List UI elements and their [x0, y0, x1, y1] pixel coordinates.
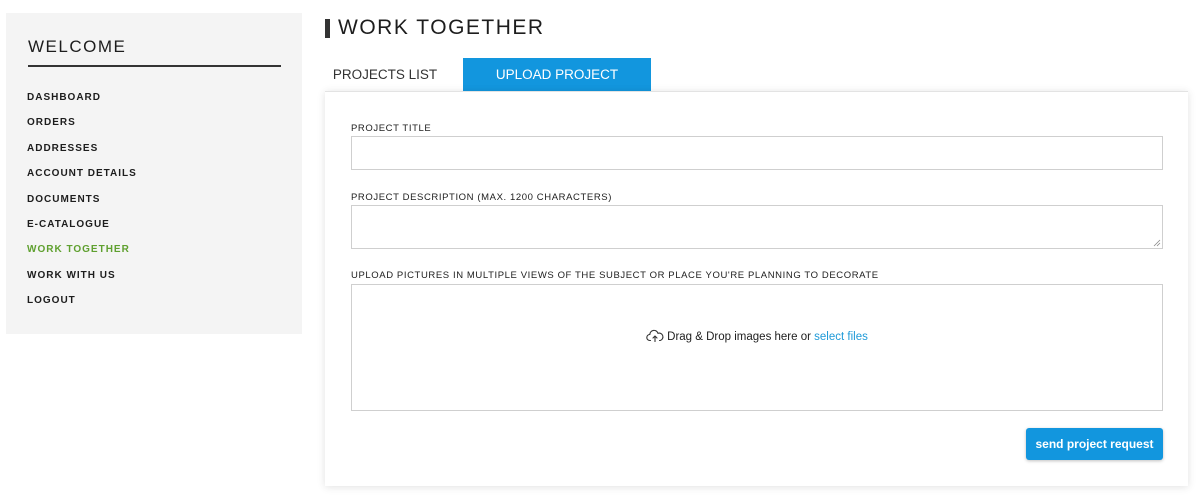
- project-description-label: PROJECT DESCRIPTION (MAX. 1200 CHARACTER…: [351, 192, 612, 203]
- sidebar-item-logout[interactable]: LOGOUT: [27, 295, 137, 320]
- sidebar-title: WELCOME: [28, 37, 127, 56]
- account-sidebar: WELCOME DASHBOARD ORDERS ADDRESSES ACCOU…: [6, 13, 302, 334]
- select-files-link[interactable]: select files: [814, 331, 868, 343]
- drop-zone-prompt: Drag & Drop images here or select files: [352, 329, 1162, 343]
- sidebar-item-work-together[interactable]: WORK TOGETHER: [27, 244, 137, 269]
- drop-zone-text: Drag & Drop images here or: [667, 331, 811, 343]
- project-title-input[interactable]: [351, 136, 1163, 170]
- sidebar-item-work-with-us[interactable]: WORK WITH US: [27, 270, 137, 295]
- sidebar-item-account-details[interactable]: ACCOUNT DETAILS: [27, 168, 137, 193]
- upload-request-panel: PROJECT TITLE PROJECT DESCRIPTION (MAX. …: [325, 91, 1188, 486]
- title-accent-bar: [325, 19, 330, 38]
- sidebar-item-e-catalogue[interactable]: E-CATALOGUE: [27, 219, 137, 244]
- sidebar-item-dashboard[interactable]: DASHBOARD: [27, 92, 137, 117]
- sidebar-divider: [28, 65, 281, 67]
- upload-pictures-label: UPLOAD PICTURES IN MULTIPLE VIEWS OF THE…: [351, 270, 879, 281]
- sidebar-item-addresses[interactable]: ADDRESSES: [27, 143, 137, 168]
- tab-projects-list[interactable]: PROJECTS LIST: [325, 58, 445, 92]
- tab-upload-project-request[interactable]: UPLOAD PROJECT REQUEST: [463, 58, 651, 116]
- sidebar-item-documents[interactable]: DOCUMENTS: [27, 194, 137, 219]
- resize-handle-icon[interactable]: [1153, 239, 1161, 247]
- project-description-textarea[interactable]: [351, 205, 1163, 249]
- image-drop-zone[interactable]: Drag & Drop images here or select files: [351, 284, 1163, 411]
- sidebar-item-orders[interactable]: ORDERS: [27, 117, 137, 142]
- sidebar-nav: DASHBOARD ORDERS ADDRESSES ACCOUNT DETAI…: [27, 92, 137, 321]
- send-project-request-button[interactable]: send project request: [1026, 428, 1163, 460]
- project-title-label: PROJECT TITLE: [351, 123, 432, 134]
- page-title: WORK TOGETHER: [338, 16, 545, 39]
- cloud-upload-icon: [646, 329, 664, 342]
